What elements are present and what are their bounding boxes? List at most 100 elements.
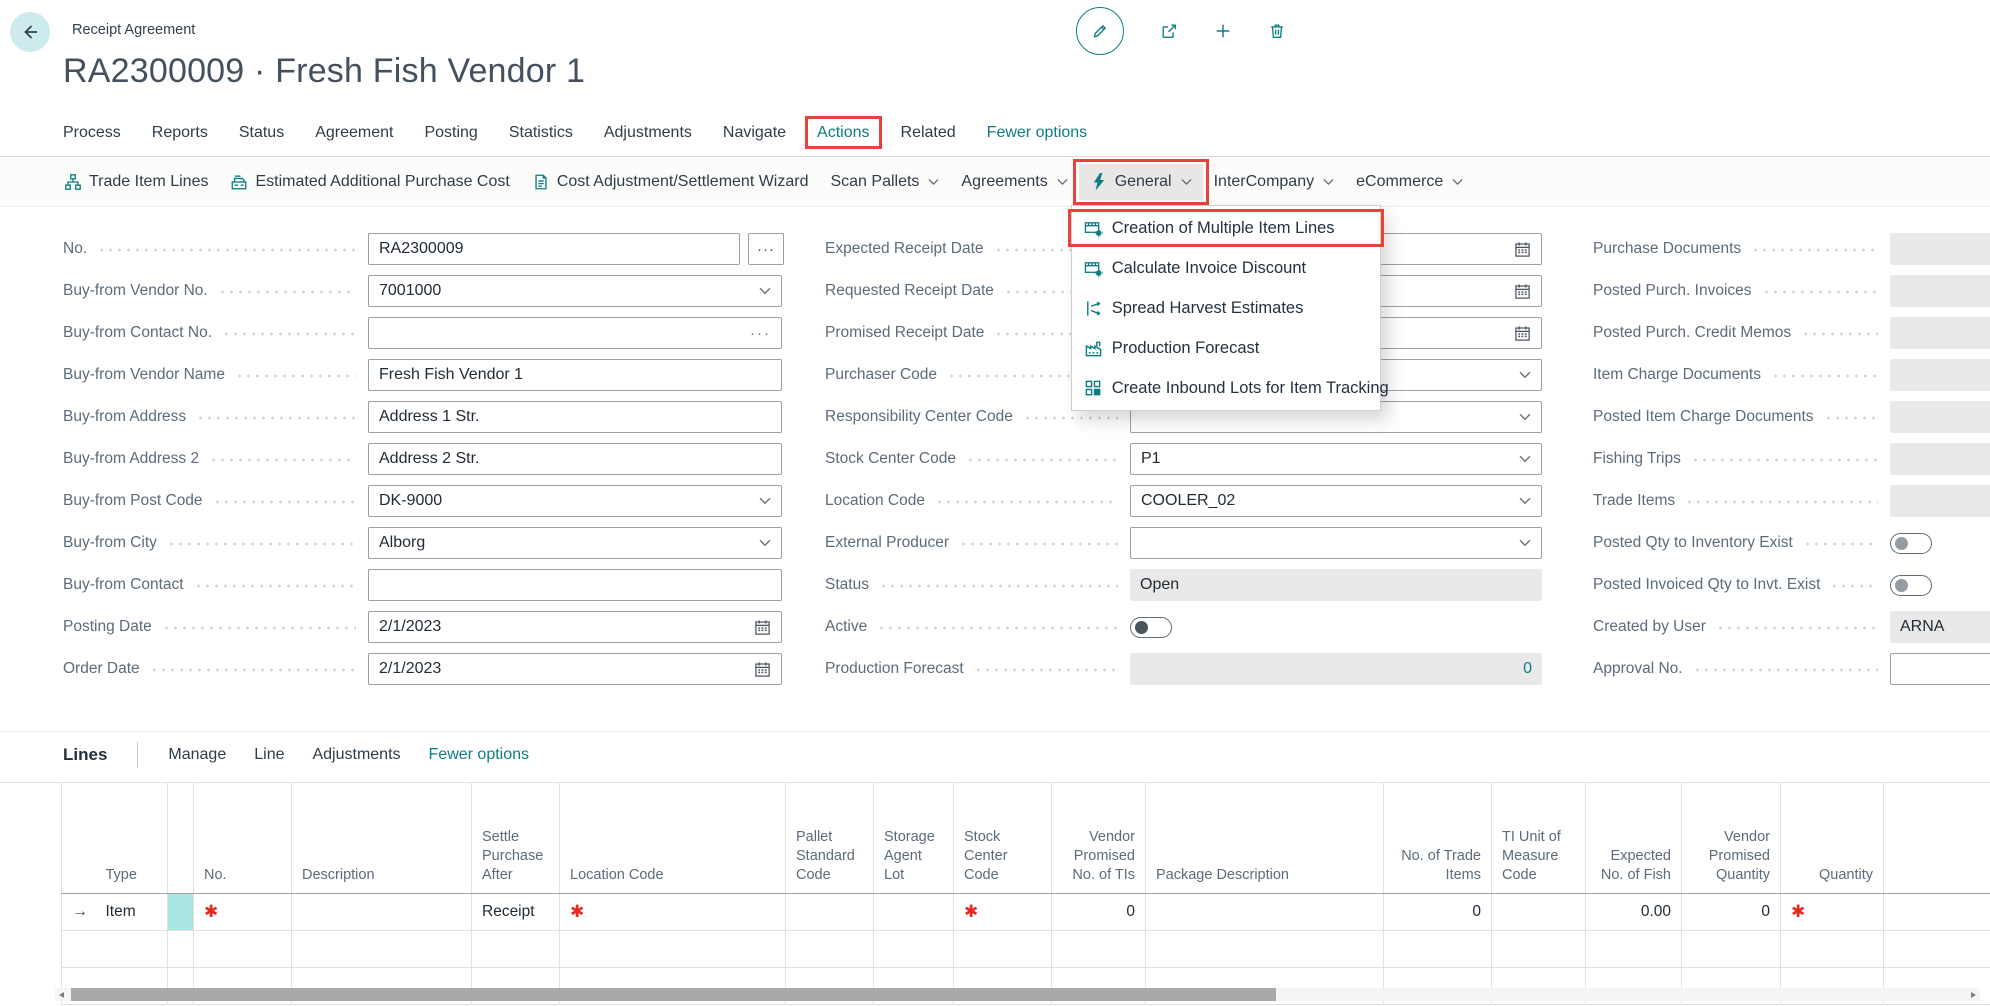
tab-agreement[interactable]: Agreement (315, 124, 393, 149)
tab-actions[interactable]: Actions (817, 124, 869, 149)
input-location-code[interactable]: COOLER_02 (1130, 485, 1542, 517)
grid-cell[interactable] (874, 930, 954, 967)
grid-cell[interactable]: ✱ (560, 893, 786, 930)
delete-button[interactable] (1268, 22, 1286, 40)
input-buy-from-vendor-no[interactable]: 7001000 (368, 275, 782, 307)
ribbon-intercompany-button[interactable]: InterCompany (1203, 164, 1346, 200)
ribbon-trade-item-lines-button[interactable]: Trade Item Lines (53, 164, 219, 200)
scrollbar-thumb[interactable] (71, 988, 1276, 1001)
tab-navigate[interactable]: Navigate (723, 124, 786, 149)
grid-cell[interactable] (292, 930, 472, 967)
grid-cell[interactable] (96, 930, 168, 967)
grid-cell[interactable]: 0 (1052, 893, 1146, 930)
tab-related[interactable]: Related (901, 124, 956, 149)
grid-cell[interactable] (560, 930, 786, 967)
input-buy-from-contact[interactable] (368, 569, 782, 601)
grid-cell[interactable] (1146, 893, 1384, 930)
grid-cell[interactable] (1492, 930, 1586, 967)
input-buy-from-city[interactable]: Alborg (368, 527, 782, 559)
column-header-quantity[interactable]: Quantity (1781, 783, 1884, 893)
ribbon-ecommerce-button[interactable]: eCommerce (1345, 164, 1474, 200)
grid-cell[interactable] (1781, 930, 1884, 967)
scroll-right-icon[interactable] (1971, 992, 1976, 998)
input-no[interactable]: RA2300009 (368, 233, 740, 265)
ellipsis-icon[interactable]: ··· (750, 325, 771, 342)
input-buy-from-post-code[interactable]: DK-9000 (368, 485, 782, 517)
horizontal-scrollbar[interactable] (55, 988, 1980, 1001)
grid-cell[interactable] (1884, 893, 1990, 930)
grid-cell[interactable] (1492, 893, 1586, 930)
grid-cell[interactable] (954, 930, 1052, 967)
tab-fewer-options[interactable]: Fewer options (987, 124, 1088, 149)
column-header-package-description[interactable]: Package Description (1146, 783, 1384, 893)
tab-statistics[interactable]: Statistics (509, 124, 573, 149)
input-stock-center-code[interactable]: P1 (1130, 443, 1542, 475)
ribbon-cost-adjustment-settlement-wizard-button[interactable]: Cost Adjustment/Settlement Wizard (521, 164, 820, 200)
column-header-pallet-standard-code[interactable]: Pallet Standard Code (786, 783, 874, 893)
ribbon-scan-pallets-button[interactable]: Scan Pallets (819, 164, 950, 200)
tab-posting[interactable]: Posting (424, 124, 477, 149)
toggle-posted-qty-to-inventory-exist[interactable] (1890, 533, 1932, 554)
grid-cell[interactable] (194, 930, 292, 967)
input-buy-from-address-2[interactable]: Address 2 Str. (368, 443, 782, 475)
input-buy-from-contact-no[interactable]: ··· (368, 317, 782, 349)
input-external-producer[interactable] (1130, 527, 1542, 559)
column-header-vendor-promised-no-of-tis[interactable]: Vendor Promised No. of TIs (1052, 783, 1146, 893)
grid-cell[interactable]: Receipt (472, 893, 560, 930)
grid-cell[interactable] (292, 893, 472, 930)
menu-item-spread-harvest-estimates[interactable]: Spread Harvest Estimates (1072, 288, 1380, 328)
grid-cell[interactable] (874, 893, 954, 930)
tab-status[interactable]: Status (239, 124, 284, 149)
grid-cell[interactable]: 0.00 (1586, 893, 1682, 930)
column-header-no[interactable]: No. (194, 783, 292, 893)
input-buy-from-address[interactable]: Address 1 Str. (368, 401, 782, 433)
scroll-left-icon[interactable] (59, 992, 64, 998)
toggle-active[interactable] (1130, 617, 1172, 638)
ribbon-agreements-button[interactable]: Agreements (950, 164, 1078, 200)
column-header-settle-purchase-after[interactable]: Settle Purchase After (472, 783, 560, 893)
menu-item-production-forecast[interactable]: Production Forecast (1072, 328, 1380, 368)
tab-reports[interactable]: Reports (152, 124, 208, 149)
column-header-no-of-trade-items[interactable]: No. of Trade Items (1384, 783, 1492, 893)
input-approval-no[interactable] (1890, 653, 1990, 685)
new-button[interactable] (1214, 22, 1232, 40)
column-header-storage-agent-lot[interactable]: Storage Agent Lot (874, 783, 954, 893)
grid-cell[interactable] (1884, 930, 1990, 967)
column-header-stock-center-code[interactable]: Stock Center Code (954, 783, 1052, 893)
share-button[interactable] (1160, 22, 1178, 40)
grid-cell[interactable] (1682, 930, 1781, 967)
menu-item-calculate-invoice-discount[interactable]: Calculate Invoice Discount (1072, 248, 1380, 288)
grid-cell[interactable]: ✱ (954, 893, 1052, 930)
column-header-ti-unit-of-measure-code[interactable]: TI Unit of Measure Code (1492, 783, 1586, 893)
tab-process[interactable]: Process (63, 124, 121, 149)
menu-item-creation-of-multiple-item-lines[interactable]: Creation of Multiple Item Lines (1072, 208, 1380, 248)
ribbon-estimated-additional-purchase-cost-button[interactable]: Estimated Additional Purchase Cost (219, 164, 520, 200)
tab-adjustments[interactable]: Adjustments (604, 124, 692, 149)
column-header-vendor-promised-quantity[interactable]: Vendor Promised Quantity (1682, 783, 1781, 893)
grid-cell[interactable] (1146, 930, 1384, 967)
grid-cell[interactable] (1384, 930, 1492, 967)
grid-cell[interactable] (786, 930, 874, 967)
column-header-expected-no-of-fish[interactable]: Expected No. of Fish (1586, 783, 1682, 893)
lines-menu-adjustments[interactable]: Adjustments (312, 746, 400, 764)
grid-cell[interactable]: ✱ (1781, 893, 1884, 930)
column-header-location-code[interactable]: Location Code (560, 783, 786, 893)
grid-cell[interactable]: 0 (1384, 893, 1492, 930)
grid-cell[interactable] (1052, 930, 1146, 967)
lines-menu-fewer-options[interactable]: Fewer options (429, 746, 530, 764)
grid-cell[interactable]: 0 (1682, 893, 1781, 930)
grid-cell[interactable] (786, 893, 874, 930)
menu-item-create-inbound-lots-for-item-tracking[interactable]: Create Inbound Lots for Item Tracking (1072, 368, 1380, 408)
grid-cell[interactable] (1586, 930, 1682, 967)
input-order-date[interactable]: 2/1/2023 (368, 653, 782, 685)
input-posting-date[interactable]: 2/1/2023 (368, 611, 782, 643)
assist-edit-button[interactable]: ··· (748, 233, 784, 265)
ribbon-general-button[interactable]: General (1079, 164, 1203, 200)
column-header-description[interactable]: Description (292, 783, 472, 893)
grid-cell[interactable]: ✱ (194, 893, 292, 930)
lines-menu-line[interactable]: Line (254, 746, 284, 764)
edit-button[interactable] (1076, 7, 1124, 55)
grid-cell[interactable]: Item (96, 893, 168, 930)
input-buy-from-vendor-name[interactable]: Fresh Fish Vendor 1 (368, 359, 782, 391)
lines-menu-manage[interactable]: Manage (168, 746, 226, 764)
